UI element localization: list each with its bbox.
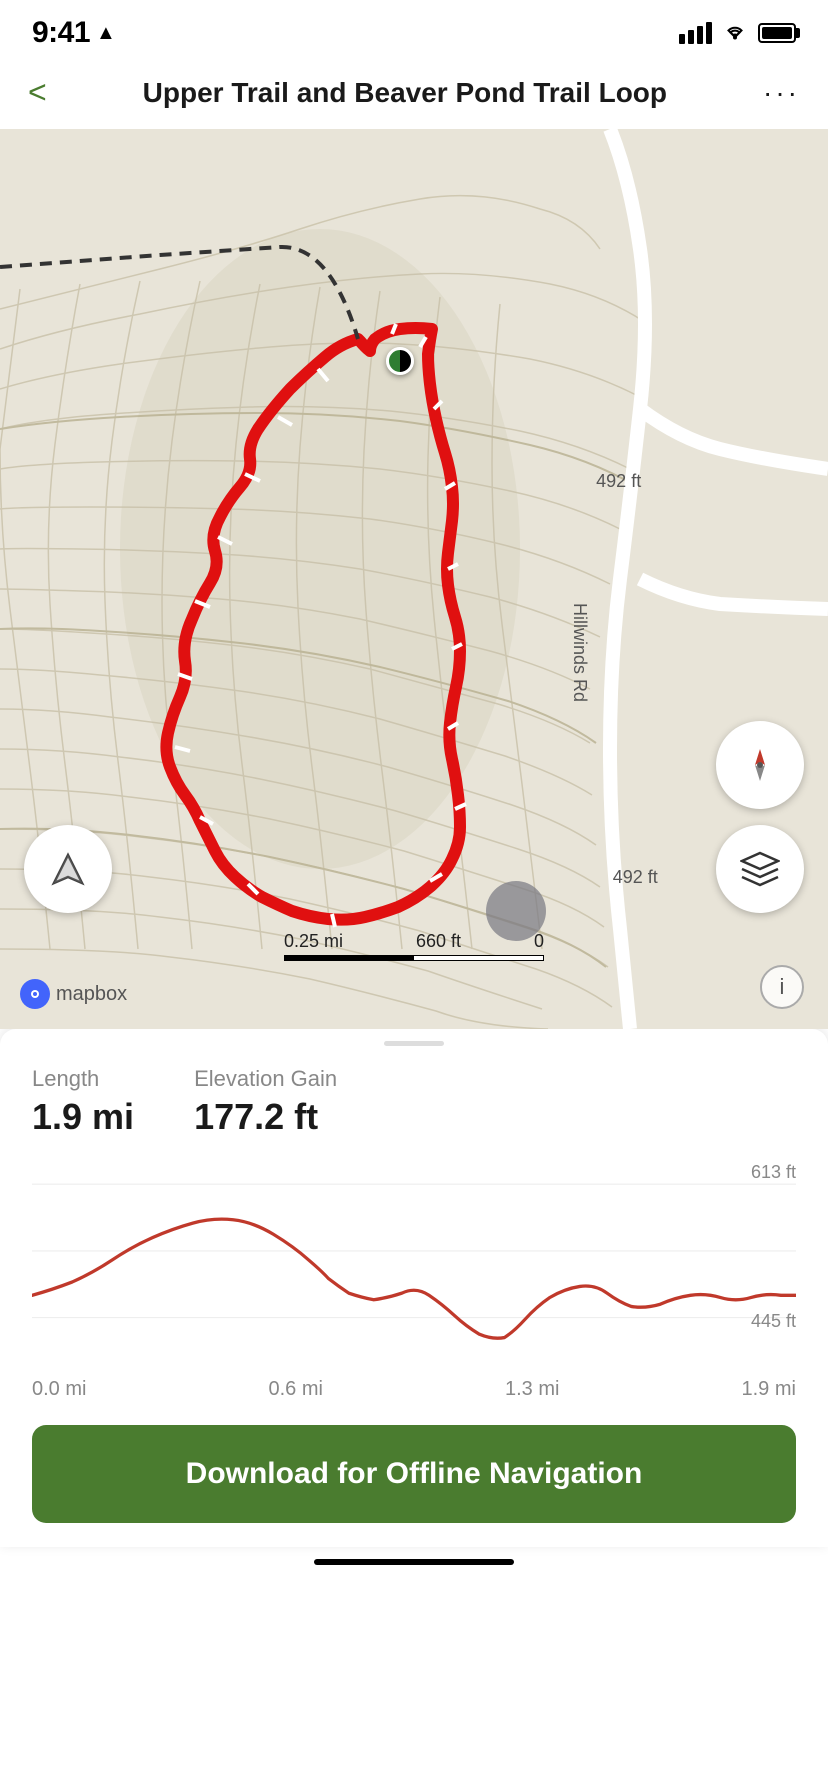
bottom-sheet: Length 1.9 mi Elevation Gain 177.2 ft 61…: [0, 1029, 828, 1547]
info-button[interactable]: i: [760, 965, 804, 1009]
map-background: [0, 129, 828, 1029]
mapbox-text: mapbox: [56, 983, 127, 1006]
map-container[interactable]: 492 ft 492 ft Hillwinds Rd: [0, 129, 828, 1029]
elevation-svg: [32, 1162, 796, 1362]
elevation-gain-value: 177.2 ft: [194, 1096, 337, 1138]
x-label-3: 1.9 mi: [742, 1378, 796, 1401]
status-bar: 9:41 ▲: [0, 0, 828, 60]
elevation-gain-label: Elevation Gain: [194, 1066, 337, 1092]
stats-row: Length 1.9 mi Elevation Gain 177.2 ft: [32, 1066, 796, 1138]
elevation-top-label: 613 ft: [751, 1162, 796, 1183]
elevation-stat: Elevation Gain 177.2 ft: [194, 1066, 337, 1138]
info-icon: i: [780, 974, 785, 1000]
page-title: Upper Trail and Beaver Pond Trail Loop: [51, 76, 759, 110]
mapbox-circle-logo: [20, 979, 50, 1009]
elevation-chart: 613 ft 445 ft: [32, 1162, 796, 1362]
chart-x-labels: 0.0 mi 0.6 mi 1.3 mi 1.9 mi: [32, 1378, 796, 1401]
download-button[interactable]: Download for Offline Navigation: [32, 1425, 796, 1523]
back-button[interactable]: <: [24, 70, 51, 115]
location-indicator: [486, 881, 546, 941]
location-button[interactable]: [24, 825, 112, 913]
location-status-icon: ▲: [96, 22, 116, 45]
elevation-bottom-label: 445 ft: [751, 1311, 796, 1332]
length-label: Length: [32, 1066, 134, 1092]
trail-start-marker: [386, 347, 414, 375]
length-stat: Length 1.9 mi: [32, 1066, 134, 1138]
x-label-1: 0.6 mi: [269, 1378, 323, 1401]
more-button[interactable]: ···: [759, 73, 804, 113]
home-indicator: [314, 1559, 514, 1565]
layers-icon: [740, 851, 780, 887]
compass-icon: [738, 743, 782, 787]
x-label-0: 0.0 mi: [32, 1378, 86, 1401]
x-label-2: 1.3 mi: [505, 1378, 559, 1401]
length-value: 1.9 mi: [32, 1096, 134, 1138]
status-icons: [679, 19, 796, 47]
compass-button[interactable]: [716, 721, 804, 809]
mapbox-logo: mapbox: [20, 979, 127, 1009]
signal-bars: [679, 22, 712, 44]
location-arrow-icon: [50, 851, 86, 887]
battery-icon: [758, 23, 796, 43]
layers-button[interactable]: [716, 825, 804, 913]
wifi-icon: [722, 19, 748, 47]
nav-header: < Upper Trail and Beaver Pond Trail Loop…: [0, 60, 828, 129]
status-time: 9:41: [32, 16, 90, 50]
sheet-handle: [384, 1041, 444, 1046]
